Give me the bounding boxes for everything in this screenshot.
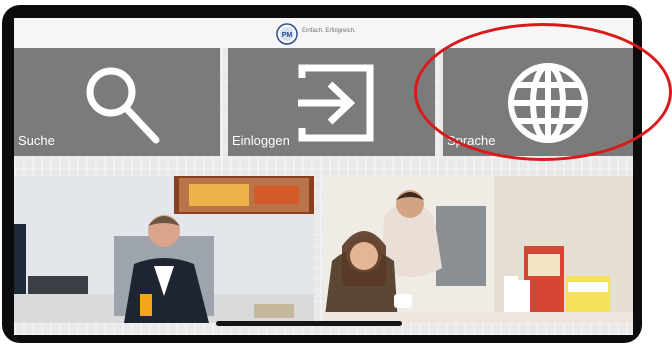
language-tile[interactable]: Sprache bbox=[443, 48, 633, 156]
language-tile-label: Sprache bbox=[447, 133, 496, 148]
tagline: Einfach. Erfolgreich. bbox=[302, 28, 356, 34]
pm-logo: PM bbox=[276, 23, 298, 45]
top-bar: PM Einfach. Erfolgreich. bbox=[14, 18, 633, 48]
search-tile-label: Suche bbox=[18, 133, 55, 148]
couple-products-photo[interactable] bbox=[324, 176, 633, 323]
office-portrait-photo[interactable] bbox=[14, 176, 314, 323]
home-indicator[interactable] bbox=[216, 321, 402, 326]
login-tile-label: Einloggen bbox=[232, 133, 290, 148]
login-tile[interactable]: Einloggen bbox=[228, 48, 435, 156]
office-portrait-image bbox=[14, 176, 314, 323]
device: PM Einfach. Erfolgreich. Suche Einloggen bbox=[0, 0, 672, 345]
svg-text:PM: PM bbox=[282, 32, 293, 39]
phone-frame: PM Einfach. Erfolgreich. Suche Einloggen bbox=[2, 5, 642, 343]
globe-icon bbox=[508, 63, 588, 143]
couple-products-image bbox=[324, 176, 633, 323]
search-tile[interactable]: Suche bbox=[14, 48, 220, 156]
search-icon bbox=[86, 67, 160, 144]
login-icon bbox=[298, 64, 374, 142]
app-screen: PM Einfach. Erfolgreich. Suche Einloggen bbox=[14, 18, 633, 335]
